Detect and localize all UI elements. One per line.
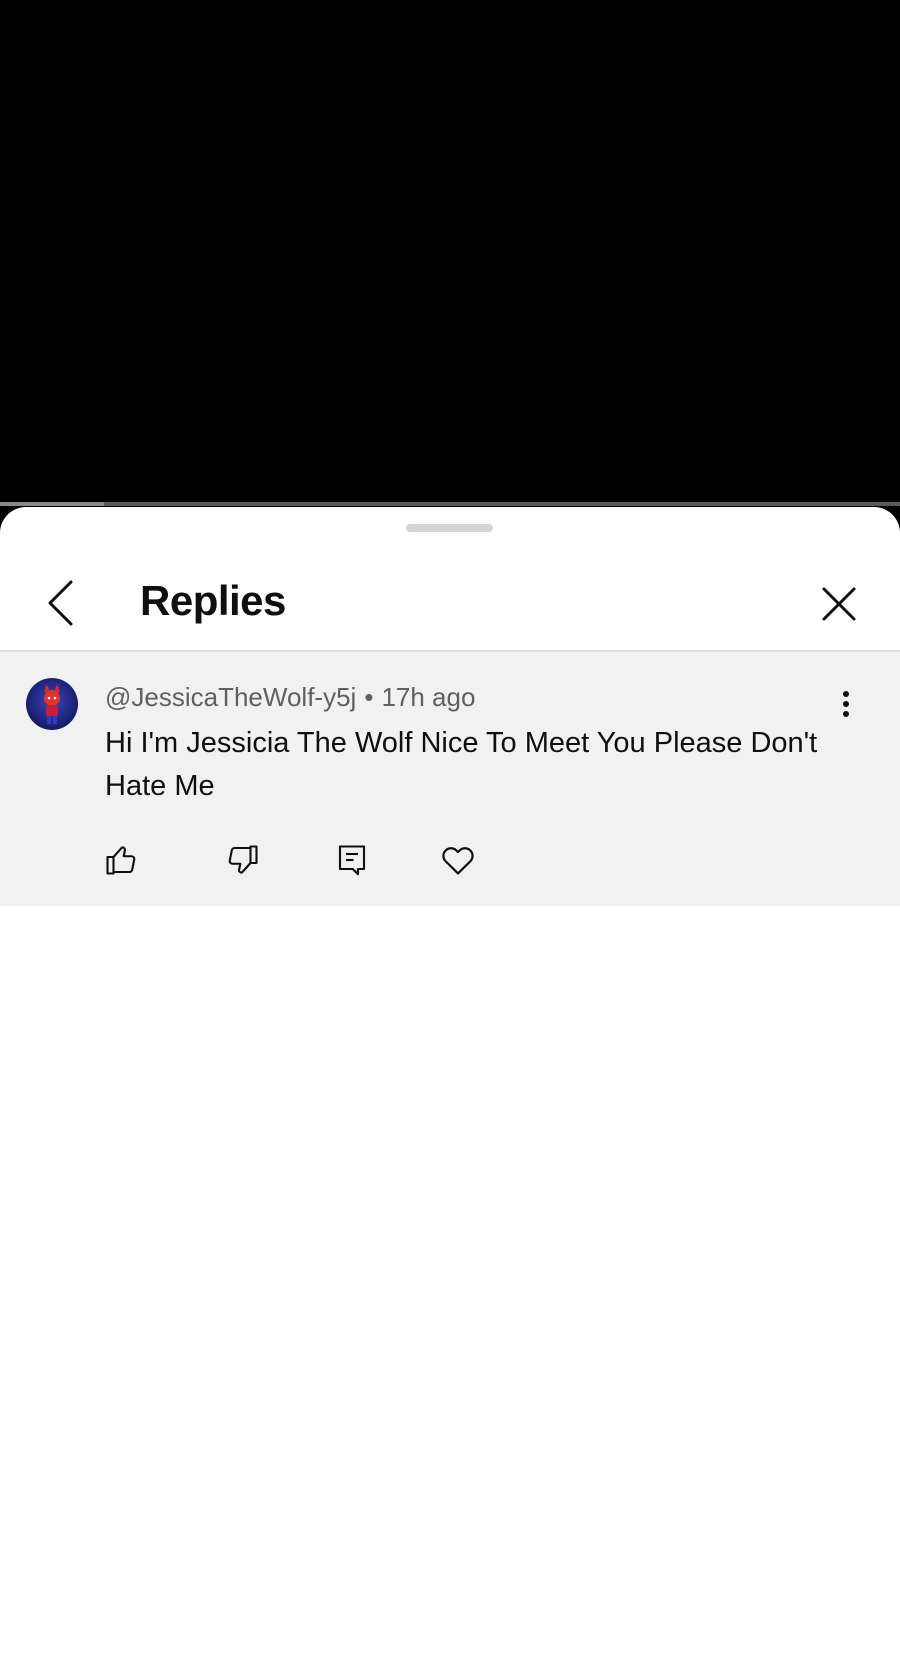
sheet-drag-handle[interactable] [406, 524, 493, 532]
video-progress-fill [0, 502, 104, 506]
replies-sheet: Replies @JessicaTheWolf-y5j • 17h ago Hi… [0, 507, 900, 1657]
chevron-left-icon [48, 580, 73, 626]
reply-icon [338, 845, 366, 876]
close-icon [822, 587, 856, 621]
video-player[interactable] [0, 0, 900, 502]
heart-icon [442, 847, 474, 875]
comment-item: @JessicaTheWolf-y5j • 17h ago Hi I'm Jessi… [0, 652, 900, 906]
reply-button[interactable] [326, 834, 378, 886]
comment-text: Hi I'm Jessicia The Wolf Nice To Meet Yo… [105, 727, 818, 802]
wolf-character-icon [44, 684, 60, 724]
close-button[interactable] [814, 579, 864, 629]
thumbs-down-icon [228, 845, 258, 874]
thumbs-up-icon [106, 846, 136, 875]
like-button[interactable] [95, 834, 147, 886]
video-progress-bar[interactable] [0, 502, 900, 506]
replies-header: Replies [0, 547, 900, 657]
dislike-button[interactable] [217, 834, 269, 886]
meta-separator: • [364, 682, 374, 712]
comment-timestamp: 17h ago [381, 682, 476, 712]
comment-meta: @JessicaTheWolf-y5j • 17h ago [105, 682, 475, 713]
avatar[interactable] [26, 678, 78, 730]
page-title: Replies [140, 577, 286, 624]
back-button[interactable] [38, 575, 82, 631]
heart-button[interactable] [432, 834, 484, 886]
comment-actions [0, 834, 900, 886]
comment-author[interactable]: @JessicaTheWolf-y5j [105, 682, 356, 712]
more-vertical-icon [843, 691, 849, 717]
more-options-button[interactable] [830, 682, 862, 726]
